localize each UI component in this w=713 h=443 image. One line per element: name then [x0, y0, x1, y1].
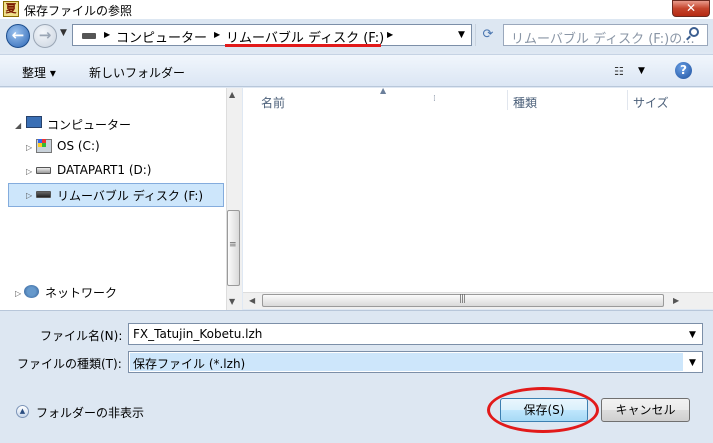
highlight-underline	[225, 44, 381, 47]
forward-button[interactable]: →	[33, 24, 57, 48]
breadcrumb-computer[interactable]: コンピューター	[116, 27, 207, 46]
filename-label: ファイル名(N):	[40, 329, 123, 343]
back-button[interactable]: ←	[6, 24, 30, 48]
cancel-button[interactable]: キャンセル	[601, 398, 690, 422]
collapse-up-icon[interactable]: ▲	[16, 405, 29, 418]
tree-item-datapart-d[interactable]: DATAPART1 (D:)	[57, 163, 151, 177]
column-resize-grip-icon[interactable]: ⁞	[433, 94, 436, 104]
help-icon[interactable]: ?	[675, 62, 692, 79]
collapsed-arrow-icon[interactable]: ▷	[26, 167, 32, 176]
highlight-circle	[487, 387, 599, 433]
search-placeholder: リムーバブル ディスク (F:)の...	[511, 32, 695, 47]
views-dropdown-icon[interactable]: ▼	[638, 66, 645, 76]
expanded-arrow-icon[interactable]: ◢	[15, 121, 21, 130]
refresh-button[interactable]: ⟳	[475, 24, 500, 46]
address-dropdown-icon[interactable]: ▼	[458, 30, 465, 40]
tree-item-network[interactable]: ネットワーク	[45, 284, 117, 301]
scroll-left-arrow-icon[interactable]: ◀	[249, 296, 255, 305]
column-header-size[interactable]: サイズ	[633, 94, 669, 111]
scroll-grip-icon: ≡	[229, 240, 237, 250]
collapsed-arrow-icon[interactable]: ▷	[26, 143, 32, 152]
new-folder-button[interactable]: 新しいフォルダー	[89, 64, 185, 81]
breadcrumb-arrow-icon[interactable]: ▶	[214, 30, 220, 39]
tree-item-os-c[interactable]: OS (C:)	[57, 139, 100, 153]
scroll-right-arrow-icon[interactable]: ▶	[673, 296, 679, 305]
views-icon[interactable]: ☷	[614, 65, 624, 78]
close-button[interactable]: ✕	[672, 0, 710, 17]
scroll-grip-icon: |||	[459, 294, 466, 304]
filename-value[interactable]: FX_Tatujin_Kobetu.lzh	[133, 327, 262, 341]
removable-disk-icon	[36, 191, 51, 198]
windows-logo-icon	[38, 139, 46, 147]
window-title: 保存ファイルの参照	[24, 4, 133, 18]
history-dropdown-icon[interactable]: ▼	[60, 28, 67, 38]
filetype-label: ファイルの種類(T):	[17, 357, 122, 371]
column-divider[interactable]	[507, 90, 508, 110]
sort-ascending-icon: ▲	[380, 86, 387, 95]
app-icon: 夏	[3, 1, 19, 17]
hide-folders-link[interactable]: フォルダーの非表示	[36, 404, 144, 421]
filetype-value[interactable]: 保存ファイル (*.lzh)	[133, 355, 245, 372]
breadcrumb-arrow-icon[interactable]: ▶	[104, 30, 110, 39]
file-list[interactable]	[243, 88, 713, 292]
filename-dropdown-icon[interactable]: ▼	[689, 330, 696, 340]
collapsed-arrow-icon[interactable]: ▷	[15, 289, 21, 298]
scroll-down-arrow-icon[interactable]: ▼	[229, 297, 235, 306]
tree-item-computer[interactable]: コンピューター	[47, 116, 131, 133]
drive-icon	[82, 33, 96, 39]
network-icon	[24, 285, 39, 298]
filetype-dropdown-icon[interactable]: ▼	[689, 358, 696, 368]
breadcrumb-arrow-icon[interactable]: ▶	[387, 30, 393, 39]
scroll-up-arrow-icon[interactable]: ▲	[229, 90, 235, 99]
column-divider[interactable]	[627, 90, 628, 110]
computer-icon	[26, 116, 42, 128]
disk-drive-icon	[36, 167, 51, 174]
column-header-type[interactable]: 種類	[513, 94, 537, 111]
column-header-name[interactable]: 名前	[261, 94, 285, 111]
organize-button[interactable]: 整理 ▾	[22, 64, 56, 81]
tree-item-removable-f[interactable]: リムーバブル ディスク (F:)	[57, 187, 203, 204]
collapsed-arrow-icon[interactable]: ▷	[26, 191, 32, 200]
